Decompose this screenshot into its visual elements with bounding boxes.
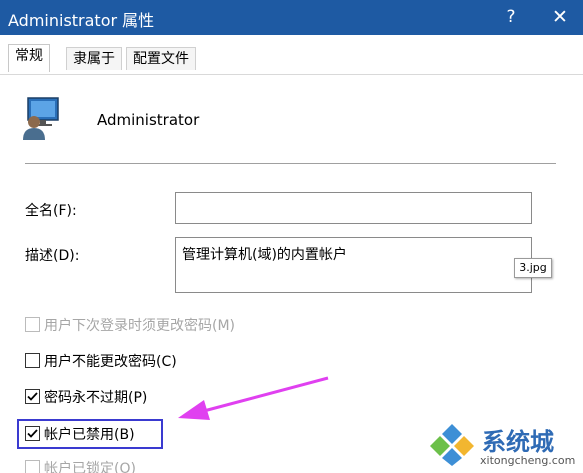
help-button[interactable]: ? — [496, 4, 526, 30]
checkmark-icon — [27, 392, 38, 401]
annotation-arrow-icon — [178, 376, 329, 420]
filename-tooltip: 3.jpg — [514, 258, 552, 278]
checkbox-label: 用户下次登录时须更改密码(M) — [44, 318, 236, 334]
tab-general[interactable]: 常规 — [8, 44, 50, 72]
header-separator — [25, 163, 556, 164]
user-account-icon — [22, 96, 62, 140]
description-label: 描述(D): — [25, 248, 80, 264]
diamond-logo-icon — [430, 424, 474, 466]
description-field[interactable]: 管理计算机(域)的内置帐户 — [175, 237, 532, 293]
description-value: 管理计算机(域)的内置帐户 — [182, 247, 347, 263]
checkbox-box[interactable] — [25, 353, 40, 368]
user-name: Administrator — [97, 111, 200, 129]
tab-strip: 常规 隶属于 配置文件 — [0, 35, 583, 75]
highlight-box — [17, 419, 163, 449]
watermark-brand: 系统城 — [482, 428, 554, 456]
tab-general-label: 常规 — [15, 48, 43, 64]
tab-divider — [0, 74, 583, 75]
checkbox-box[interactable] — [25, 317, 40, 332]
checkbox-label: 密码永不过期(P) — [44, 390, 148, 406]
window-title: Administrator 属性 — [8, 11, 155, 30]
tab-profile[interactable]: 配置文件 — [126, 47, 196, 70]
watermark-logo: 系统城 xitongcheng.com — [428, 420, 578, 470]
close-button[interactable]: ✕ — [545, 4, 575, 30]
checkbox-box[interactable] — [25, 389, 40, 404]
tab-member-of[interactable]: 隶属于 — [66, 47, 122, 70]
fullname-label: 全名(F): — [25, 203, 77, 219]
tab-profile-label: 配置文件 — [133, 51, 189, 67]
title-bar: Administrator 属性 ? ✕ — [0, 0, 583, 35]
checkbox-box[interactable] — [25, 460, 40, 473]
checkbox-label: 帐户已锁定(O) — [44, 461, 136, 473]
watermark-domain: xitongcheng.com — [480, 454, 576, 467]
checkbox-label: 用户不能更改密码(C) — [44, 354, 177, 370]
fullname-field[interactable] — [175, 192, 532, 224]
tab-member-of-label: 隶属于 — [73, 51, 115, 67]
